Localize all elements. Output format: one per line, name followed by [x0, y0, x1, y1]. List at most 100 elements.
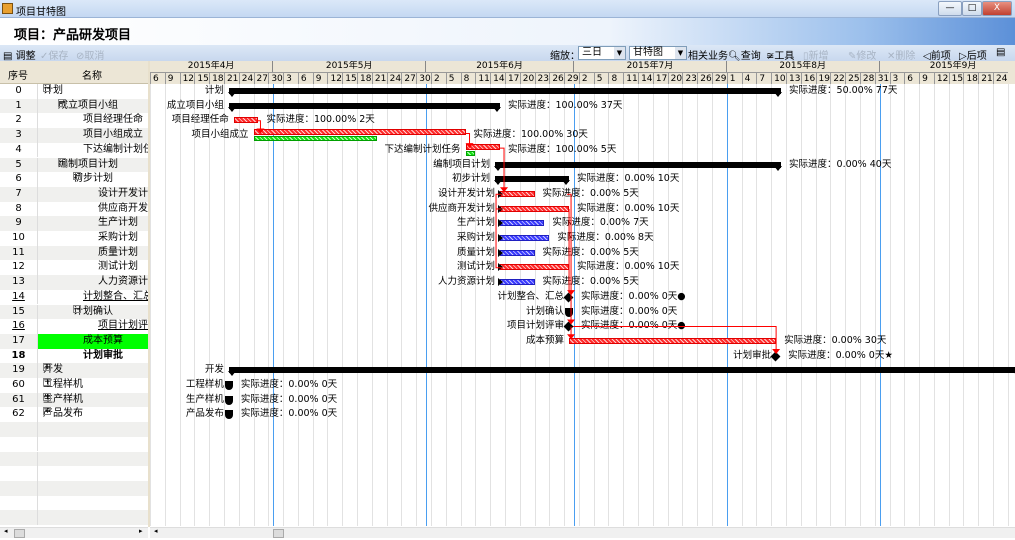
day-label: 24 — [238, 72, 254, 84]
row-name: 项目计划评审 — [37, 319, 148, 334]
row-id: 13 — [12, 276, 25, 288]
next-button[interactable]: ▷后项 — [959, 47, 987, 62]
delete-button[interactable]: ✕删除 — [887, 47, 915, 62]
day-label: 14 — [638, 72, 653, 84]
table-row[interactable] — [0, 495, 148, 511]
day-label: 28 — [859, 72, 875, 84]
gantt-horizontal-scrollbar[interactable]: ◂ — [150, 527, 1015, 538]
expand-icon[interactable]: + — [43, 378, 51, 386]
table-row[interactable]: 62 + 产品发布 — [0, 407, 148, 423]
table-row[interactable] — [0, 422, 148, 437]
cancel-button[interactable]: ⊘取消 — [76, 47, 104, 62]
row-name: 项目经理任命 — [37, 113, 148, 129]
table-row[interactable]: 3 项目小组成立 — [0, 128, 148, 143]
row-id: 9 — [15, 217, 22, 229]
month-label: 2015年7月 — [574, 61, 727, 72]
table-row[interactable]: 18 计划审批 — [0, 348, 148, 364]
columns-icon[interactable]: ▤ — [996, 47, 1005, 58]
row-name: − 计划确认 — [37, 304, 148, 320]
table-row[interactable]: 12 测试计划 — [0, 260, 148, 276]
tools-button[interactable]: ≆工具 — [766, 47, 794, 62]
close-button[interactable]: X — [982, 1, 1012, 16]
dependency-links — [256, 120, 781, 354]
table-row[interactable]: 5 − 编制项目计划 — [0, 157, 148, 173]
task-name-cell: − 初步计划 — [73, 172, 113, 187]
table-row[interactable]: 7 设计开发计划 — [0, 186, 148, 202]
view-select[interactable]: 甘特图 ▼ — [629, 46, 687, 60]
row-id: 60 — [12, 379, 25, 390]
day-label: 26 — [549, 72, 565, 84]
day-label: 14 — [490, 72, 505, 84]
day-label: 9 — [164, 72, 180, 84]
day-label: 12 — [327, 72, 343, 84]
expand-icon[interactable]: + — [43, 392, 51, 401]
row-id: 7 — [15, 187, 22, 199]
table-row[interactable]: 61 + 生产样机 — [0, 392, 148, 408]
adjust-button[interactable]: ▤ 调整 — [3, 47, 36, 62]
table-row[interactable]: 17 成本预算 — [0, 333, 148, 349]
minimize-button[interactable]: — — [938, 1, 962, 16]
table-row[interactable]: 60 + 工程样机 — [0, 378, 148, 393]
table-row[interactable]: 10 采购计划 — [0, 231, 148, 246]
add-button[interactable]: ▯新增 — [803, 47, 829, 62]
day-label: 9 — [312, 72, 328, 84]
table-row[interactable] — [0, 451, 148, 467]
table-row[interactable]: 2 项目经理任命 — [0, 113, 148, 129]
day-label: 18 — [357, 72, 372, 84]
expand-icon[interactable]: + — [43, 363, 51, 372]
zoom-select[interactable]: 三日 ▼ — [578, 46, 626, 60]
day-label: 4 — [741, 72, 757, 84]
table-row[interactable]: 15 − 计划确认 — [0, 304, 148, 320]
table-row[interactable] — [0, 510, 148, 525]
task-name: 成本预算 — [83, 334, 123, 346]
task-name: 成立项目小组 — [58, 99, 118, 111]
collapse-icon[interactable]: − — [73, 304, 81, 313]
row-name — [37, 422, 148, 437]
month-label: 2015年4月 — [150, 61, 274, 72]
prev-button[interactable]: ◁前项 — [923, 47, 951, 62]
table-row[interactable]: 11 质量计划 — [0, 245, 148, 261]
day-label: 29 — [712, 72, 727, 84]
task-name: 下达编制计划任务 — [83, 143, 148, 155]
related-button[interactable]: 相关业务 — [688, 47, 728, 62]
table-row[interactable]: 19 + 开发 — [0, 363, 148, 378]
table-row[interactable]: 8 供应商开发计划 — [0, 201, 148, 217]
zoom-value: 三日 — [582, 47, 602, 58]
day-label: 18 — [209, 72, 224, 84]
scroll-thumb[interactable] — [273, 529, 284, 538]
table-row[interactable] — [0, 436, 148, 452]
column-header-name[interactable]: 名称 — [82, 67, 102, 82]
expand-icon[interactable]: + — [43, 407, 51, 416]
table-row[interactable] — [0, 466, 148, 481]
table-row[interactable]: 13 人力资源计划 — [0, 275, 148, 290]
table-row[interactable]: 0 − 计划 — [0, 84, 148, 99]
table-row[interactable] — [0, 480, 148, 496]
column-header-id[interactable]: 序号 — [8, 67, 28, 82]
save-button[interactable]: ✓保存 — [40, 47, 68, 62]
table-row[interactable]: 1 − 成立项目小组 — [0, 98, 148, 114]
table-row[interactable]: 14 计划整合、汇总 — [0, 289, 148, 305]
table-row[interactable]: 9 生产计划 — [0, 216, 148, 231]
task-name-cell: 测试计划 — [98, 260, 138, 275]
maximize-button[interactable]: □ — [962, 1, 982, 16]
table-row[interactable]: 16 项目计划评审 — [0, 319, 148, 334]
table-horizontal-scrollbar[interactable]: ◂ ▸ — [0, 527, 148, 538]
collapse-icon[interactable]: − — [58, 98, 66, 107]
row-name: 质量计划 — [37, 245, 148, 261]
row-name: 采购计划 — [37, 231, 148, 246]
task-name-cell: + 生产样机 — [43, 392, 83, 408]
collapse-icon[interactable]: − — [43, 84, 51, 92]
chevron-down-icon[interactable]: ▼ — [675, 47, 686, 59]
edit-button[interactable]: ✎修改 — [848, 47, 876, 62]
query-button[interactable]: 🔍︎查询 — [728, 47, 761, 62]
chevron-down-icon[interactable]: ▼ — [614, 47, 625, 59]
row-id: 10 — [12, 232, 25, 243]
collapse-icon[interactable]: − — [58, 157, 66, 166]
row-name: + 产品发布 — [37, 407, 148, 423]
row-id: 62 — [12, 408, 25, 420]
table-row[interactable]: 6 − 初步计划 — [0, 172, 148, 187]
scroll-thumb[interactable] — [14, 529, 25, 538]
collapse-icon[interactable]: − — [73, 172, 81, 181]
row-id: 16 — [12, 320, 25, 332]
table-row[interactable]: 4 下达编制计划任务 — [0, 142, 148, 158]
